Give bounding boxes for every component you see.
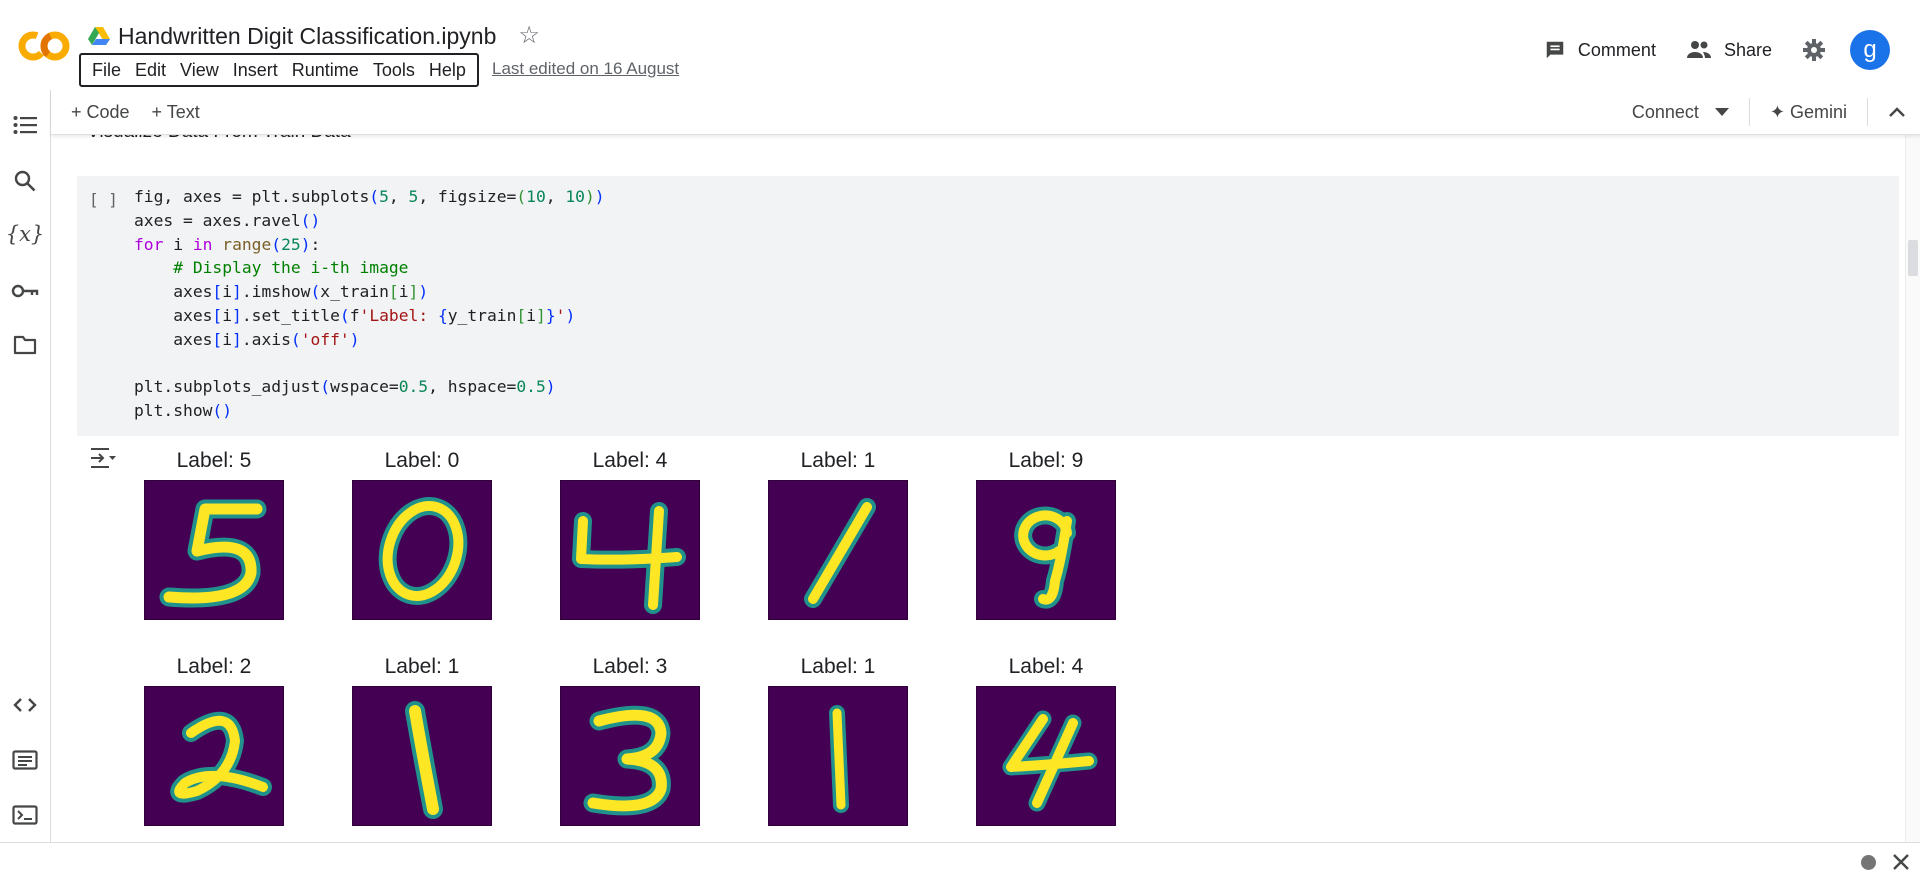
comment-label: Comment <box>1577 39 1656 60</box>
code-cell[interactable]: [ ] fig, axes = plt.subplots(5, 5, figsi… <box>77 176 1899 436</box>
header-actions: Comment Share g <box>1544 28 1920 72</box>
variables-icon[interactable]: {x} <box>6 219 45 249</box>
digit-image-2 <box>144 686 284 826</box>
code-line: axes[i].imshow(x_train[i]) <box>134 282 429 302</box>
code-line: plt.show() <box>134 401 233 421</box>
digit-subplot: Label: 3 <box>560 654 700 826</box>
table-of-contents-icon[interactable] <box>10 110 40 140</box>
toolbar-right: Connect ✦ Gemini <box>1632 90 1920 134</box>
digit-title: Label: 4 <box>1008 655 1084 678</box>
comment-button[interactable]: Comment <box>1544 39 1656 61</box>
digit-title: Label: 3 <box>592 655 668 678</box>
digit-image-4 <box>976 686 1116 826</box>
menu-runtime[interactable]: Runtime <box>285 60 366 81</box>
digit-subplot: Label: 2 <box>144 654 284 826</box>
menu-edit[interactable]: Edit <box>128 60 173 81</box>
secrets-key-icon[interactable] <box>10 276 40 306</box>
chevron-down-icon[interactable] <box>1714 108 1729 116</box>
menu-view[interactable]: View <box>173 60 226 81</box>
output-actions-icon[interactable] <box>89 446 117 470</box>
google-drive-icon[interactable] <box>88 26 110 46</box>
chevron-up-icon[interactable] <box>1888 106 1906 118</box>
user-avatar[interactable]: g <box>1850 30 1890 70</box>
status-bar <box>0 842 1920 882</box>
comment-icon <box>1546 41 1564 59</box>
digit-title: Label: 0 <box>384 449 460 472</box>
share-button[interactable]: Share <box>1686 39 1772 61</box>
connect-button[interactable]: Connect <box>1632 102 1699 123</box>
add-text-button[interactable]: + Text <box>152 102 200 123</box>
colab-logo-icon[interactable] <box>16 26 72 66</box>
digit-title: Label: 4 <box>592 449 668 472</box>
toolbar-left: + Code + Text <box>71 90 222 134</box>
runtime-status-dot-icon[interactable] <box>1861 855 1876 870</box>
code-editor[interactable]: fig, axes = plt.subplots(5, 5, figsize=(… <box>134 185 605 423</box>
title-row: Handwritten Digit Classification.ipynb ☆ <box>88 20 540 52</box>
command-palette-icon[interactable] <box>10 745 40 775</box>
digit-image-4 <box>560 480 700 620</box>
files-folder-icon[interactable] <box>10 330 40 360</box>
code-line: fig, axes = plt.subplots(5, 5, figsize=(… <box>134 187 605 206</box>
share-people-icon <box>1686 41 1711 58</box>
menu-bar: File Edit View Insert Runtime Tools Help <box>79 53 479 87</box>
digit-subplot: Label: 4 <box>976 654 1116 826</box>
notebook-title[interactable]: Handwritten Digit Classification.ipynb <box>118 23 496 50</box>
digit-image-0 <box>352 480 492 620</box>
digit-image-1 <box>352 686 492 826</box>
digit-subplot: Label: 1 <box>768 448 908 620</box>
code-line: axes = axes.ravel() <box>134 210 321 230</box>
digit-subplot: Label: 4 <box>560 448 700 620</box>
digit-title: Label: 1 <box>800 655 876 678</box>
close-icon[interactable] <box>1892 853 1910 871</box>
run-cell-indicator[interactable]: [ ] <box>89 190 118 209</box>
search-icon[interactable] <box>10 166 40 196</box>
code-line: for i in range(25): <box>134 234 321 254</box>
menu-insert[interactable]: Insert <box>226 60 285 81</box>
code-line: # Display the i-th image <box>173 258 409 278</box>
settings-gear-icon[interactable] <box>1802 38 1826 62</box>
code-line: axes[i].axis('off') <box>134 329 360 349</box>
digit-title: Label: 1 <box>384 655 460 678</box>
notebook-main: Visualize Data From Train Data [ ] fig, … <box>51 134 1906 842</box>
code-line: axes[i].set_title(f'Label: {y_train[i]}'… <box>134 305 576 325</box>
terminal-icon[interactable] <box>10 800 40 830</box>
app-header: Handwritten Digit Classification.ipynb ☆… <box>0 0 1920 91</box>
add-code-button[interactable]: + Code <box>71 102 130 123</box>
digit-title: Label: 1 <box>800 449 876 472</box>
digit-subplot: Label: 9 <box>976 448 1116 620</box>
digit-title: Label: 2 <box>176 655 252 678</box>
code-line: plt.subplots_adjust(wspace=0.5, hspace=0… <box>134 377 556 397</box>
digit-title: Label: 9 <box>1008 449 1084 472</box>
share-label: Share <box>1723 39 1772 60</box>
star-icon[interactable]: ☆ <box>518 24 540 48</box>
menu-help[interactable]: Help <box>422 60 473 81</box>
gemini-button[interactable]: ✦ Gemini <box>1770 102 1847 123</box>
left-sidebar: {x} <box>0 90 51 842</box>
menu-file[interactable]: File <box>85 60 128 81</box>
digit-image-9 <box>976 480 1116 620</box>
digit-image-1 <box>768 686 908 826</box>
vertical-scrollbar[interactable] <box>1905 134 1920 842</box>
notebook-toolbar: + Code + Text Connect ✦ Gemini <box>51 90 1920 135</box>
digit-subplot: Label: 0 <box>352 448 492 620</box>
code-snippets-icon[interactable] <box>10 690 40 720</box>
scrollbar-thumb[interactable] <box>1908 240 1918 276</box>
digit-subplot: Label: 1 <box>352 654 492 826</box>
digit-subplot: Label: 5 <box>144 448 284 620</box>
digit-image-5 <box>144 480 284 620</box>
digit-image-3 <box>560 686 700 826</box>
menu-tools[interactable]: Tools <box>366 60 422 81</box>
digit-image-1 <box>768 480 908 620</box>
digit-title: Label: 5 <box>176 449 252 472</box>
toolbar-divider <box>1748 98 1750 126</box>
last-edited-link[interactable]: Last edited on 16 August <box>492 59 679 79</box>
section-heading: Visualize Data From Train Data <box>87 134 351 143</box>
toolbar-divider <box>1867 98 1868 126</box>
digit-subplot: Label: 1 <box>768 654 908 826</box>
